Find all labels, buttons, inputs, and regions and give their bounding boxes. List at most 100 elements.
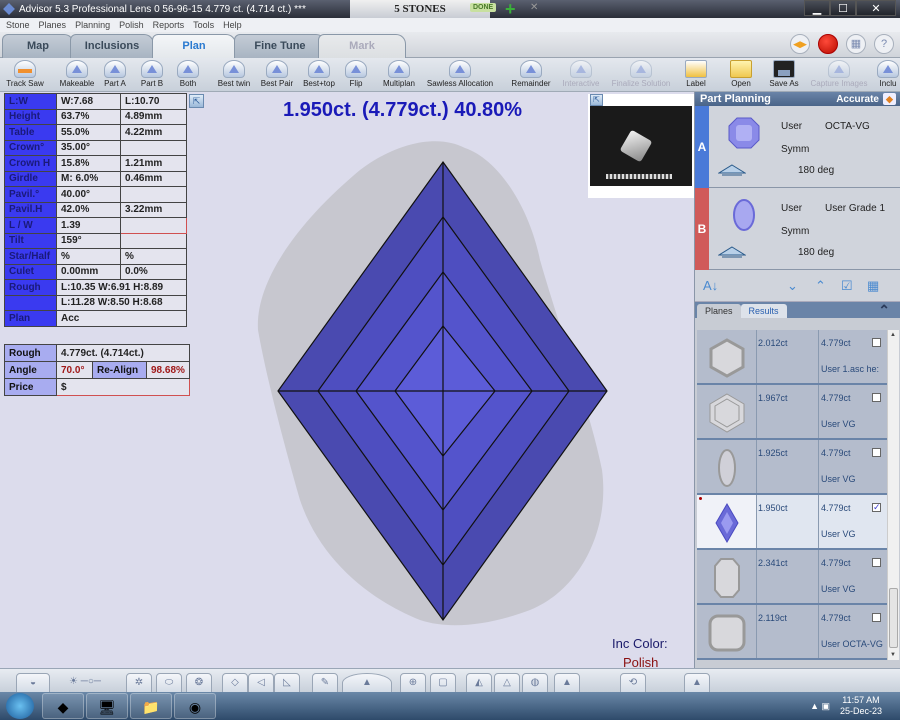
maximize-button[interactable]: ☐	[830, 0, 856, 16]
menu-tools[interactable]: Tools	[193, 20, 214, 30]
stone-3d-viewer[interactable]	[250, 130, 630, 630]
collapse-icon[interactable]: ⌃	[878, 302, 890, 319]
tab-plan[interactable]: Plan	[152, 34, 236, 58]
result-checkbox[interactable]	[872, 558, 881, 567]
close-stone-icon[interactable]: ✕	[530, 2, 538, 13]
brightness-slider[interactable]: ☀ ─○─	[60, 673, 110, 693]
rough-photo-thumbnail[interactable]: ⇱	[588, 94, 694, 198]
taskbar-advisor-app[interactable]: ◆	[42, 693, 84, 719]
remainder-button[interactable]: Remainder	[509, 60, 553, 90]
menu-reports[interactable]: Reports	[153, 20, 185, 30]
result-checkbox[interactable]	[872, 613, 881, 622]
expand-icon[interactable]: ⇱	[590, 94, 603, 106]
taskbar-computer[interactable]: 🖥	[86, 693, 128, 719]
menu-planning[interactable]: Planning	[75, 20, 110, 30]
sawless-allocation-button[interactable]: Sawless Allocation	[423, 60, 497, 90]
close-button[interactable]: ✕	[856, 0, 896, 16]
angle-view-icon[interactable]: ◺	[274, 673, 300, 693]
part-b[interactable]: B User User Grade 1 Symm 180 deg	[695, 188, 900, 270]
pavilion-icon[interactable]	[718, 246, 746, 258]
result-row[interactable]: 1.967ct 4.779ct User VG	[697, 385, 887, 440]
flip-button[interactable]: Flip	[344, 60, 368, 90]
scroll-thumb[interactable]	[889, 588, 898, 648]
oval-view-icon[interactable]: ⬭	[156, 673, 182, 693]
multiplan-button[interactable]: Multiplan	[381, 60, 417, 90]
result-checkbox[interactable]	[872, 393, 881, 402]
makeable-button[interactable]: Makeable	[57, 60, 97, 90]
price-value[interactable]: $	[56, 378, 190, 396]
outline-icon[interactable]: △	[494, 673, 520, 693]
track-saw-button[interactable]: Track Saw	[3, 60, 47, 90]
menu-planes[interactable]: Planes	[39, 20, 67, 30]
result-row-selected[interactable]: 1.950ct 4.779ct User VG ✓	[697, 495, 887, 550]
label-button[interactable]: Label	[684, 60, 708, 90]
angle-value[interactable]: 70.0°	[56, 361, 93, 379]
results-scrollbar[interactable]: ▲ ▼	[887, 330, 899, 660]
camera-swap-icon[interactable]: ⟲	[620, 673, 646, 693]
result-checkbox-checked[interactable]: ✓	[872, 503, 881, 512]
top-view-icon[interactable]: ◇	[222, 673, 248, 693]
move-down-icon[interactable]: ⌄	[787, 278, 798, 294]
start-button[interactable]	[6, 693, 34, 719]
zoom-in-icon[interactable]: ⊕	[400, 673, 426, 693]
scroll-down-icon[interactable]: ▼	[890, 652, 896, 658]
system-clock[interactable]: 11:57 AM 25-Dec-23	[840, 695, 882, 717]
light-view-icon[interactable]: ◒	[16, 673, 50, 693]
layout-icon[interactable]: ▦	[846, 34, 866, 54]
tab-planes[interactable]: Planes	[697, 304, 741, 318]
part-b-button[interactable]: Part B	[137, 60, 167, 90]
clock-time: 11:57 AM	[842, 695, 880, 705]
expand-icon[interactable]: ⇱	[189, 94, 204, 108]
add-stone-icon[interactable]: +	[505, 0, 516, 18]
tab-inclusions[interactable]: Inclusions	[70, 34, 154, 58]
eraser-icon[interactable]: ◆	[883, 93, 896, 105]
help-icon[interactable]: ?	[874, 34, 894, 54]
sort-az-icon[interactable]: A↓	[703, 278, 718, 293]
best-top-button[interactable]: Best+top	[301, 60, 337, 90]
open-button[interactable]: Open	[729, 60, 753, 90]
tab-fine-tune[interactable]: Fine Tune	[234, 34, 326, 58]
taskbar-chrome[interactable]: ◉	[174, 693, 216, 719]
result-row[interactable]: 2.341ct 4.779ct User VG	[697, 550, 887, 605]
pen-icon[interactable]: ✎	[312, 673, 338, 693]
result-checkbox[interactable]	[872, 338, 881, 347]
realign-button[interactable]: Re-Align	[92, 361, 147, 379]
network-tray-icon[interactable]: ▲ ▣	[810, 701, 830, 712]
color-palette-icon[interactable]: ◍	[522, 673, 548, 693]
check-list-icon[interactable]: ☑	[841, 278, 853, 294]
result-checkbox[interactable]	[872, 448, 881, 457]
result-row[interactable]: 2.012ct 4.779ct User 1.asc he:	[697, 330, 887, 385]
rotation-control[interactable]: ▲	[342, 673, 392, 693]
menu-stone[interactable]: Stone	[6, 20, 30, 30]
save-as-button[interactable]: Save As	[766, 60, 802, 90]
swap-arrows-icon[interactable]: ◀▶	[790, 34, 810, 54]
zoom-fit-icon[interactable]: ▢	[430, 673, 456, 693]
grid-view-icon[interactable]: ▦	[867, 278, 879, 294]
color-triangle-icon[interactable]: ▲	[554, 673, 580, 693]
part-a[interactable]: A User OCTA-VG Symm 180 deg	[695, 106, 900, 188]
menu-polish[interactable]: Polish	[119, 20, 144, 30]
render-icon[interactable]: ▲	[684, 673, 710, 693]
tab-map[interactable]: Map	[2, 34, 74, 58]
best-pair-button[interactable]: Best Pair	[258, 60, 296, 90]
record-icon[interactable]	[818, 34, 838, 54]
result-row[interactable]: 1.925ct 4.779ct User VG	[697, 440, 887, 495]
both-button[interactable]: Both	[176, 60, 200, 90]
inclusions-button[interactable]: Inclu	[877, 60, 899, 90]
cushion-view-icon[interactable]: ❂	[186, 673, 212, 693]
best-twin-button[interactable]: Best twin	[215, 60, 253, 90]
round-view-icon[interactable]: ✲	[126, 673, 152, 693]
side-view-icon[interactable]: ◁	[248, 673, 274, 693]
part-a-button[interactable]: Part A	[100, 60, 130, 90]
facets-icon[interactable]: ◭	[466, 673, 492, 693]
stones-tab[interactable]: 5 STONES	[350, 0, 490, 18]
tab-results[interactable]: Results	[740, 304, 787, 318]
accuracy-mode[interactable]: Accurate	[836, 94, 879, 105]
scroll-up-icon[interactable]: ▲	[890, 332, 896, 338]
move-up-icon[interactable]: ⌃	[815, 278, 826, 294]
minimize-button[interactable]: ▁	[804, 0, 830, 16]
result-row[interactable]: 2.119ct 4.779ct User OCTA-VG	[697, 605, 887, 660]
pavilion-icon[interactable]	[718, 164, 746, 176]
menu-help[interactable]: Help	[223, 20, 242, 30]
taskbar-explorer[interactable]: 📁	[130, 693, 172, 719]
